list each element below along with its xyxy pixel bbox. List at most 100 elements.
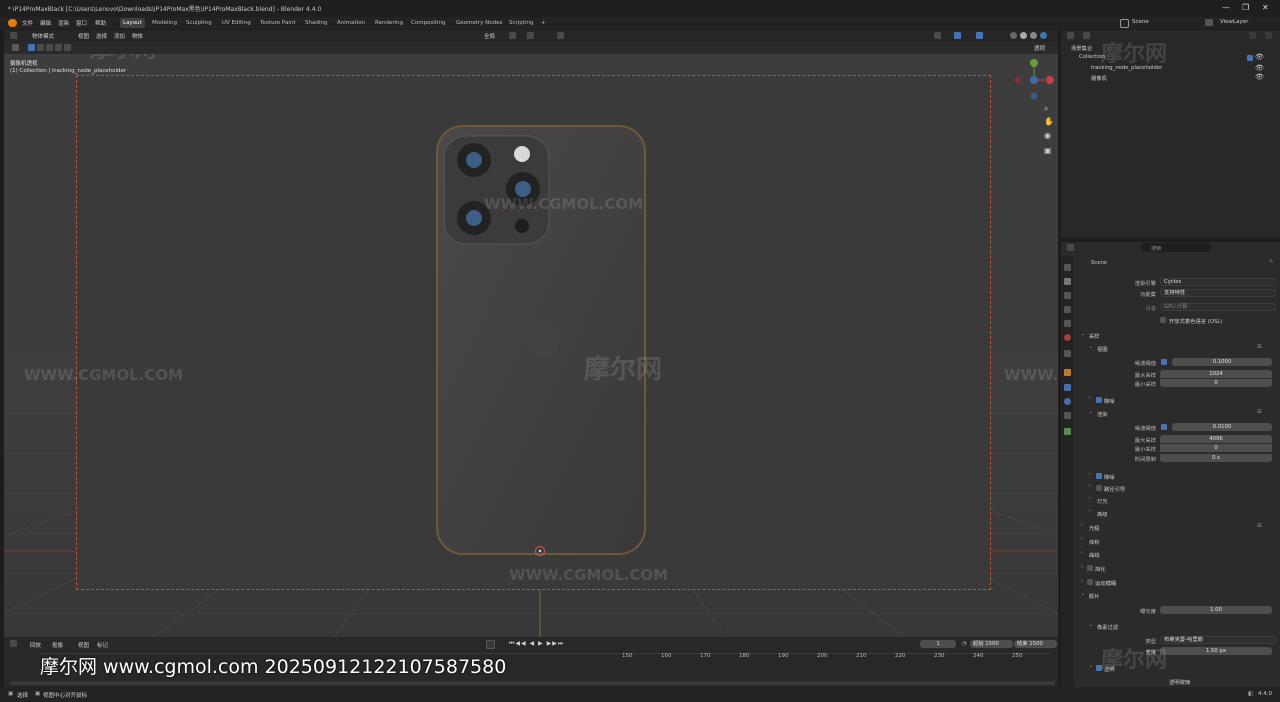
volumes-panel[interactable]: 体积 — [1089, 538, 1100, 546]
scene-tab-icon[interactable] — [1064, 320, 1071, 327]
outliner-root[interactable]: 场景集合 — [1071, 44, 1092, 52]
collection-visibility-icon[interactable]: 👁 — [1255, 53, 1264, 61]
osl-checkbox[interactable] — [1160, 317, 1166, 323]
pin-icon[interactable]: ✎ — [1269, 259, 1273, 265]
menu-help[interactable]: 帮助 — [95, 19, 106, 27]
menu-file[interactable]: 文件 — [22, 19, 33, 27]
render-tab-icon[interactable] — [1064, 278, 1071, 285]
vp-min-samples-field[interactable]: 0 — [1160, 379, 1272, 387]
collection-include-checkbox[interactable] — [1247, 55, 1253, 61]
r-min-samples-field[interactable]: 0 — [1160, 444, 1272, 452]
vp-max-samples-field[interactable]: 1024 — [1160, 370, 1272, 378]
render-presets-icon[interactable]: ☰ — [1257, 409, 1262, 415]
close-button[interactable]: ✕ — [1262, 3, 1269, 12]
tab-scripting[interactable]: Scripting — [506, 18, 536, 28]
exposure-field[interactable]: 1.00 — [1160, 606, 1272, 614]
volumes-expand-icon[interactable]: › — [1081, 536, 1083, 542]
transparent-expand-icon[interactable]: ⌄ — [1089, 663, 1093, 669]
camera-visibility-icon[interactable]: 👁 — [1255, 73, 1264, 81]
outliner-display-mode-icon[interactable] — [1083, 32, 1090, 39]
properties-panel[interactable]: 搜索 Scene ✎ 渲染引擎 Cycles 功能集 支持特性 设备 GPU 计… — [1061, 242, 1280, 687]
rendered-shading-icon[interactable] — [1040, 32, 1047, 39]
record-button-icon[interactable] — [486, 640, 495, 649]
material-shading-icon[interactable] — [1030, 32, 1037, 39]
lock-icon[interactable]: ▣ — [1044, 146, 1052, 155]
select-tool-icon[interactable] — [12, 44, 19, 51]
render-sampling-header[interactable]: 渲染 — [1097, 410, 1108, 418]
view-perspective-label[interactable]: 透视 — [1034, 44, 1045, 52]
curves-expand-icon[interactable]: › — [1081, 550, 1083, 556]
tab-shading[interactable]: Shading — [302, 18, 330, 28]
r-noise-threshold-checkbox[interactable] — [1161, 424, 1167, 430]
select-mode-new-icon[interactable] — [28, 44, 35, 51]
vp-noise-threshold-field[interactable]: 0.1000 — [1172, 358, 1272, 366]
timeline-editor-icon[interactable] — [10, 640, 17, 647]
pivot-icon[interactable] — [509, 32, 516, 39]
physics-tab-icon[interactable] — [1064, 398, 1071, 405]
timeline-scrollbar[interactable] — [10, 681, 1055, 685]
motion-blur-checkbox[interactable] — [1087, 579, 1093, 585]
menu-edit[interactable]: 编辑 — [40, 19, 51, 27]
r-time-limit-field[interactable]: 0 s — [1160, 454, 1272, 462]
render-engine-dropdown[interactable]: Cycles — [1160, 278, 1276, 286]
tool-tab-icon[interactable] — [1064, 264, 1071, 271]
overlay-icon[interactable] — [976, 32, 983, 39]
lights-label[interactable]: 灯光 — [1097, 497, 1108, 505]
r-denoise-checkbox[interactable] — [1096, 473, 1102, 479]
film-expand-icon[interactable]: ⌄ — [1081, 591, 1085, 597]
wireframe-shading-icon[interactable] — [1010, 32, 1017, 39]
advanced-expand-icon[interactable]: › — [1089, 508, 1091, 514]
light-paths-presets-icon[interactable]: ☰ — [1257, 523, 1262, 529]
timeline-menu-marker[interactable]: 标记 — [97, 641, 108, 649]
filter-width-field[interactable]: 1.50 px — [1160, 647, 1272, 655]
pixel-filter-expand-icon[interactable]: ⌄ — [1089, 622, 1093, 628]
snap-icon[interactable] — [527, 32, 534, 39]
view-layer-tab-icon[interactable] — [1064, 306, 1071, 313]
filter-type-dropdown[interactable]: 布莱克曼-哈里斯 — [1160, 636, 1276, 644]
output-tab-icon[interactable] — [1064, 292, 1071, 299]
camera-view-icon[interactable]: ◉ — [1044, 131, 1051, 140]
light-paths-expand-icon[interactable]: › — [1081, 522, 1083, 528]
start-frame-field[interactable]: 起始 1500 — [970, 640, 1013, 648]
motion-blur-panel[interactable]: 运动模糊 — [1095, 579, 1116, 587]
data-tab-icon[interactable] — [1064, 428, 1071, 435]
menu-view[interactable]: 视图 — [78, 32, 89, 40]
menu-window[interactable]: 窗口 — [76, 19, 87, 27]
pixel-filter-header[interactable]: 像素过滤 — [1097, 623, 1118, 631]
add-workspace-button[interactable]: + — [538, 18, 549, 28]
render-sampling-expand-icon[interactable]: ⌄ — [1089, 409, 1093, 415]
outliner-panel[interactable]: 场景集合 Collection 👁 tracking_node_placehol… — [1061, 30, 1280, 238]
timeline-menu-keying[interactable]: 抠像 — [52, 641, 63, 649]
tab-geometry-nodes[interactable]: Geometry Nodes — [453, 18, 505, 28]
menu-select[interactable]: 选择 — [96, 32, 107, 40]
tab-compositing[interactable]: Compositing — [408, 18, 448, 28]
select-mode-invert-icon[interactable] — [55, 44, 62, 51]
gizmo-icon[interactable] — [954, 32, 961, 39]
zoom-icon[interactable]: ⌕ — [1044, 104, 1048, 114]
simplify-expand-icon[interactable]: › — [1081, 564, 1083, 570]
select-mode-subtract-icon[interactable] — [46, 44, 53, 51]
timeline-menu-playback[interactable]: 回放 — [30, 641, 41, 649]
minimize-button[interactable]: — — [1222, 3, 1230, 12]
r-denoise-expand-icon[interactable]: › — [1089, 471, 1091, 477]
outliner-item-camera[interactable]: 摄像机 — [1091, 74, 1107, 82]
tab-modeling[interactable]: Modeling — [149, 18, 180, 28]
new-collection-icon[interactable] — [1265, 32, 1272, 39]
tab-texture-paint[interactable]: Texture Paint — [257, 18, 299, 28]
object-tab-icon[interactable] — [1064, 369, 1071, 376]
view-layer-selector[interactable]: ViewLayer — [1220, 19, 1248, 25]
tab-animation[interactable]: Animation — [334, 18, 368, 28]
light-paths-panel[interactable]: 光程 — [1089, 524, 1100, 532]
motion-blur-expand-icon[interactable]: › — [1081, 578, 1083, 584]
properties-editor-icon[interactable] — [1067, 244, 1074, 251]
tab-sculpting[interactable]: Sculpting — [183, 18, 215, 28]
current-frame-field[interactable]: 1 — [920, 640, 956, 648]
object-origin-icon[interactable] — [534, 545, 546, 557]
feature-set-dropdown[interactable]: 支持特性 — [1160, 289, 1276, 297]
3d-viewport[interactable]: 摄像机透视 (1) Collection | tracking_node_pla… — [4, 54, 1058, 637]
timeline-menu-view[interactable]: 视图 — [78, 641, 89, 649]
viewport-sampling-header[interactable]: 视图 — [1097, 345, 1108, 353]
viewport-presets-icon[interactable]: ☰ — [1257, 344, 1262, 350]
lights-expand-icon[interactable]: › — [1089, 495, 1091, 501]
modifier-tab-icon[interactable] — [1064, 384, 1071, 391]
